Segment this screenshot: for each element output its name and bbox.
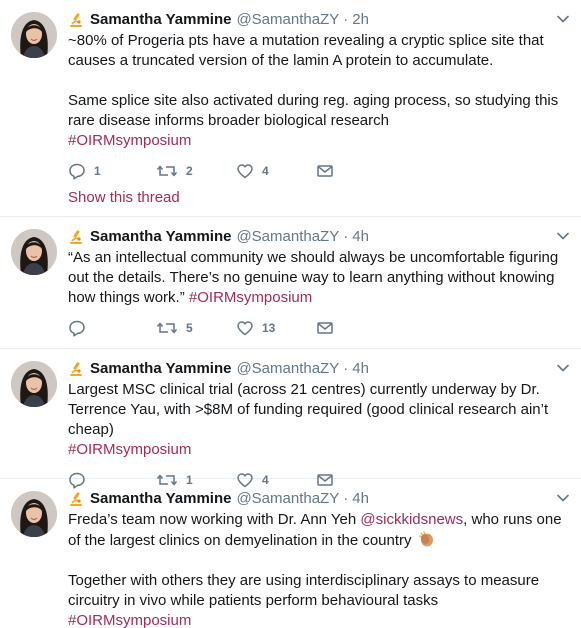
user-handle[interactable]: @SamanthaZY: [236, 360, 339, 377]
user-handle[interactable]: @SamanthaZY: [236, 11, 339, 28]
microscope-icon: [68, 12, 84, 28]
tweet-header: Samantha Yammine @SamanthaZY · 4h: [68, 359, 569, 378]
tweet-paragraph: Same splice site also activated during r…: [68, 92, 559, 129]
timestamp[interactable]: 2h: [352, 11, 369, 28]
envelope-icon: [316, 162, 334, 180]
hashtag-link[interactable]: #OIRMsymposium: [189, 289, 312, 306]
separator: ·: [343, 490, 349, 507]
user-handle[interactable]: @SamanthaZY: [236, 490, 339, 507]
display-name[interactable]: Samantha Yammine: [90, 490, 231, 507]
like-button[interactable]: 4: [236, 162, 316, 180]
show-thread-link[interactable]: Show this thread: [68, 189, 569, 206]
chevron-down-icon[interactable]: [557, 231, 569, 241]
tweet[interactable]: Samantha Yammine @SamanthaZY · 4h “As an…: [0, 217, 581, 349]
heart-icon: [236, 162, 254, 180]
display-name[interactable]: Samantha Yammine: [90, 11, 231, 28]
hashtag-link[interactable]: #OIRMsymposium: [68, 612, 191, 628]
tweet[interactable]: Samantha Yammine @SamanthaZY · 4h Freda’…: [0, 479, 581, 628]
chevron-down-icon[interactable]: [557, 493, 569, 503]
reply-button[interactable]: 1: [68, 162, 156, 180]
tweet-paragraph: Together with others they are using inte…: [68, 572, 540, 609]
timestamp[interactable]: 4h: [352, 490, 369, 507]
display-name[interactable]: Samantha Yammine: [90, 360, 231, 377]
avatar[interactable]: [11, 361, 57, 407]
dm-button[interactable]: [316, 319, 346, 337]
chevron-down-icon[interactable]: [557, 14, 569, 24]
timestamp[interactable]: 4h: [352, 360, 369, 377]
microscope-icon: [68, 491, 84, 507]
display-name[interactable]: Samantha Yammine: [90, 228, 231, 245]
envelope-icon: [316, 319, 334, 337]
tweet[interactable]: Samantha Yammine @SamanthaZY · 4h Larges…: [0, 349, 581, 479]
separator: ·: [343, 11, 349, 28]
mention-link[interactable]: @sickkidsnews: [360, 511, 463, 528]
timeline: Samantha Yammine @SamanthaZY · 2h ~80% o…: [0, 0, 581, 628]
tweet-body: “As an intellectual community we should …: [68, 249, 559, 306]
clapping-hands-icon: [418, 530, 436, 548]
microscope-icon: [68, 229, 84, 245]
tweet-actions: 1 2 4: [68, 155, 569, 187]
retweet-button[interactable]: 2: [156, 162, 236, 180]
avatar[interactable]: [11, 229, 57, 275]
like-count: 4: [262, 164, 269, 178]
avatar[interactable]: [11, 12, 57, 58]
separator: ·: [343, 360, 349, 377]
tweet-actions: 5 13: [68, 312, 569, 344]
hashtag-link[interactable]: #OIRMsymposium: [68, 132, 191, 149]
heart-icon: [236, 319, 254, 337]
microscope-icon: [68, 361, 84, 377]
user-handle[interactable]: @SamanthaZY: [236, 228, 339, 245]
avatar[interactable]: [11, 491, 57, 537]
reply-icon: [68, 319, 86, 337]
tweet-text: “As an intellectual community we should …: [68, 248, 569, 308]
retweet-count: 5: [186, 321, 193, 335]
tweet-header: Samantha Yammine @SamanthaZY · 4h: [68, 489, 569, 508]
tweet-body: Freda’s team now working with Dr. Ann Ye…: [68, 511, 361, 528]
separator: ·: [343, 228, 349, 245]
reply-button[interactable]: [68, 319, 156, 337]
tweet-header: Samantha Yammine @SamanthaZY · 2h: [68, 10, 569, 29]
hashtag-link[interactable]: #OIRMsymposium: [68, 441, 191, 458]
retweet-count: 2: [186, 164, 193, 178]
tweet-header: Samantha Yammine @SamanthaZY · 4h: [68, 227, 569, 246]
dm-button[interactable]: [316, 162, 346, 180]
tweet[interactable]: Samantha Yammine @SamanthaZY · 2h ~80% o…: [0, 0, 581, 217]
tweet-body: Largest MSC clinical trial (across 21 ce…: [68, 381, 549, 438]
retweet-icon: [156, 319, 178, 337]
retweet-button[interactable]: 5: [156, 319, 236, 337]
retweet-icon: [156, 162, 178, 180]
tweet-text: Largest MSC clinical trial (across 21 ce…: [68, 380, 569, 460]
like-button[interactable]: 13: [236, 319, 316, 337]
reply-icon: [68, 162, 86, 180]
reply-count: 1: [94, 164, 101, 178]
like-count: 13: [262, 321, 276, 335]
tweet-text: ~80% of Progeria pts have a mutation rev…: [68, 31, 569, 151]
tweet-paragraph: ~80% of Progeria pts have a mutation rev…: [68, 32, 544, 69]
timestamp[interactable]: 4h: [352, 228, 369, 245]
tweet-text: Freda’s team now working with Dr. Ann Ye…: [68, 510, 569, 628]
chevron-down-icon[interactable]: [557, 363, 569, 373]
